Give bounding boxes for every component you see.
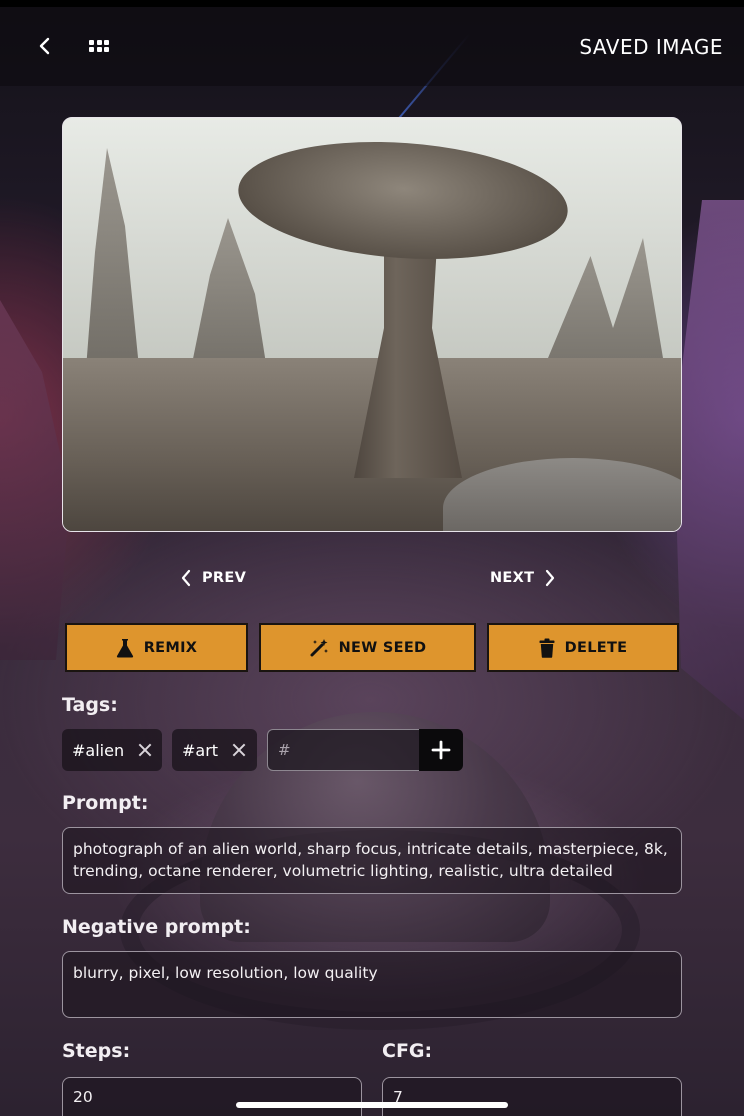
- negative-prompt-field[interactable]: blurry, pixel, low resolution, low quali…: [62, 951, 682, 1018]
- home-indicator: [236, 1102, 508, 1108]
- remove-tag-icon[interactable]: [138, 743, 152, 757]
- page-title: SAVED IMAGE: [579, 35, 723, 59]
- prompt-label: Prompt:: [62, 792, 149, 814]
- prev-label: PREV: [202, 570, 247, 586]
- status-bar: [0, 0, 744, 7]
- tag-text: #art: [182, 740, 219, 760]
- prompt-field[interactable]: photograph of an alien world, sharp focu…: [62, 827, 682, 894]
- background-rock-left: [0, 300, 70, 660]
- cfg-label: CFG:: [382, 1040, 433, 1062]
- remove-tag-icon[interactable]: [232, 743, 246, 757]
- grid-button[interactable]: [82, 29, 116, 63]
- generated-image: [62, 117, 682, 532]
- tags-label: Tags:: [62, 694, 118, 716]
- next-button[interactable]: NEXT: [490, 562, 556, 594]
- negative-prompt-label: Negative prompt:: [62, 916, 251, 938]
- new-seed-label: NEW SEED: [338, 639, 427, 656]
- trash-icon: [539, 638, 555, 658]
- steps-field[interactable]: 20: [62, 1077, 362, 1116]
- add-tag-button[interactable]: [419, 729, 463, 771]
- tag-chip: #art: [172, 729, 257, 771]
- grid-icon: [89, 39, 109, 53]
- delete-label: DELETE: [564, 639, 628, 656]
- next-label: NEXT: [490, 570, 535, 586]
- background-rock-right: [674, 200, 744, 720]
- plus-icon: [431, 740, 451, 760]
- action-buttons: REMIX NEW SEED DELETE: [65, 623, 679, 672]
- flask-icon: [116, 638, 133, 657]
- chevron-left-icon: [181, 569, 191, 587]
- chevron-right-icon: [546, 569, 555, 587]
- chevron-left-icon: [39, 37, 50, 55]
- image-navigation: PREV NEXT: [0, 562, 744, 596]
- tag-text: #alien: [72, 740, 125, 760]
- cfg-field[interactable]: 7: [382, 1077, 682, 1116]
- delete-button[interactable]: DELETE: [487, 623, 679, 672]
- prev-button[interactable]: PREV: [180, 562, 246, 594]
- tag-chip: #alien: [62, 729, 162, 771]
- new-seed-button[interactable]: NEW SEED: [259, 623, 476, 672]
- tag-input[interactable]: [267, 729, 419, 771]
- remix-label: REMIX: [143, 639, 198, 656]
- steps-label: Steps:: [62, 1040, 131, 1062]
- top-bar: SAVED IMAGE: [0, 7, 744, 86]
- remix-button[interactable]: REMIX: [65, 623, 248, 672]
- magic-wand-icon: [310, 638, 328, 656]
- back-button[interactable]: [28, 29, 62, 63]
